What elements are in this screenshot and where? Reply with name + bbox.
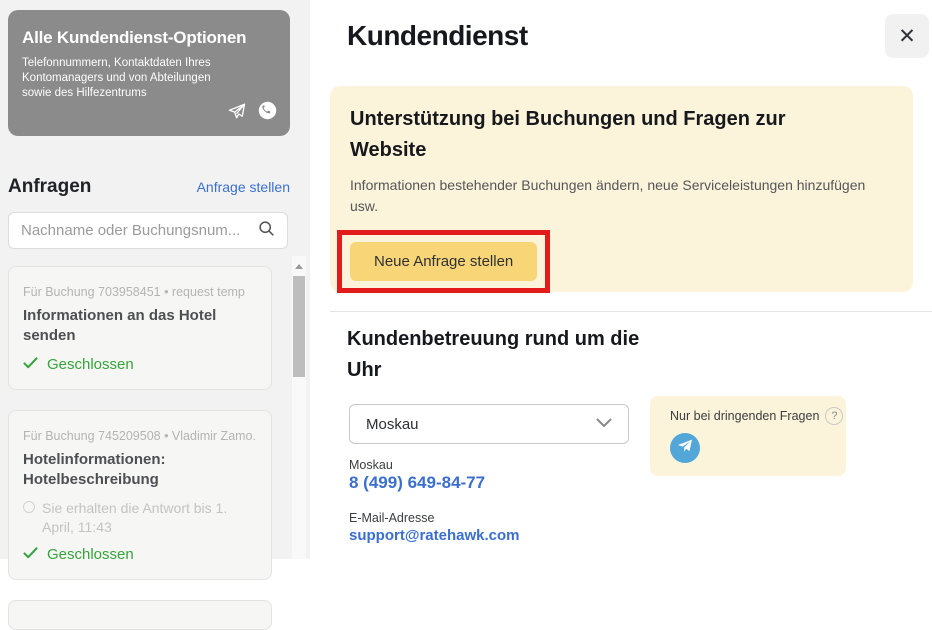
booking-support-panel: Unterstützung bei Buchungen und Fragen z…	[330, 86, 913, 293]
urgent-questions-box: Nur bei dringenden Fragen ?	[650, 396, 846, 476]
support-panel-heading: Unterstützung bei Buchungen und Fragen z…	[350, 108, 786, 161]
sidebar-scrollbar[interactable]	[292, 256, 306, 559]
phone-city-label: Moskau	[349, 458, 393, 472]
annotation-highlight-box: Neue Anfrage stellen	[337, 230, 551, 293]
support-dialog: Kundendienst ✕ Unterstützung bei Buchung…	[310, 0, 932, 559]
scrollbar-thumb[interactable]	[293, 276, 305, 377]
close-icon: ✕	[898, 24, 916, 48]
support-panel-description: Informationen bestehender Buchungen ände…	[350, 177, 866, 214]
sidebar: Alle Kundendienst-Optionen Telefonnummer…	[0, 0, 310, 630]
status-label: Geschlossen	[47, 545, 134, 563]
clock-icon	[23, 501, 35, 513]
request-meta: Für Buchung 745209508 • Vladimir Zamo...	[23, 428, 257, 443]
phone-link[interactable]: 8 (499) 649-84-77	[349, 473, 485, 493]
request-title: Informationen an das Hotel senden	[23, 307, 217, 345]
city-select[interactable]: Moskau	[349, 404, 629, 444]
create-request-link[interactable]: Anfrage stellen	[197, 179, 290, 195]
telegram-contact-button[interactable]	[670, 433, 700, 463]
city-select-value: Moskau	[366, 415, 419, 433]
status-label: Geschlossen	[47, 355, 134, 373]
telegram-icon	[227, 102, 247, 125]
request-title: Hotelinformationen: Hotelbeschreibung	[23, 450, 166, 488]
request-card[interactable]: Für Buchung 745209508 • Vladimir Zamo...…	[8, 409, 272, 580]
request-card-partial[interactable]	[8, 599, 272, 630]
request-meta: Für Buchung 703958451 • request temp	[23, 285, 245, 299]
request-card[interactable]: Für Buchung 703958451 • request temp Inf…	[8, 266, 272, 390]
requests-heading: Anfragen	[8, 176, 92, 197]
new-request-button[interactable]: Neue Anfrage stellen	[350, 242, 538, 281]
promo-card-title: Alle Kundendienst-Optionen	[22, 28, 247, 47]
check-icon	[23, 546, 38, 563]
check-icon	[23, 356, 38, 373]
magnifier-icon	[258, 220, 275, 242]
all-support-options-card[interactable]: Alle Kundendienst-Optionen Telefonnummer…	[8, 10, 290, 136]
help-icon[interactable]: ?	[825, 407, 844, 425]
availability-heading: Kundenbetreuung rund um die Uhr	[347, 328, 640, 381]
section-divider	[330, 311, 932, 312]
request-search-box[interactable]	[8, 212, 288, 249]
close-button[interactable]: ✕	[885, 14, 929, 58]
request-list: Für Buchung 703958451 • request temp Inf…	[8, 266, 272, 630]
scroll-up-icon[interactable]	[295, 264, 303, 269]
whatsapp-icon	[258, 101, 277, 125]
dialog-title: Kundendienst	[347, 20, 528, 51]
request-status: Geschlossen	[23, 356, 257, 373]
email-label: E-Mail-Adresse	[349, 511, 435, 525]
request-note: Sie erhalten die Antwort bis 1. April, 1…	[42, 500, 228, 535]
urgent-box-label: Nur bei dringenden Fragen	[670, 409, 820, 423]
request-status: Geschlossen	[23, 546, 257, 563]
search-input[interactable]	[21, 222, 258, 239]
chevron-down-icon	[596, 415, 612, 433]
promo-card-description: Telefonnummern, Kontaktdaten Ihres Konto…	[22, 57, 211, 99]
email-link[interactable]: support@ratehawk.com	[349, 527, 520, 544]
telegram-icon	[677, 439, 693, 458]
